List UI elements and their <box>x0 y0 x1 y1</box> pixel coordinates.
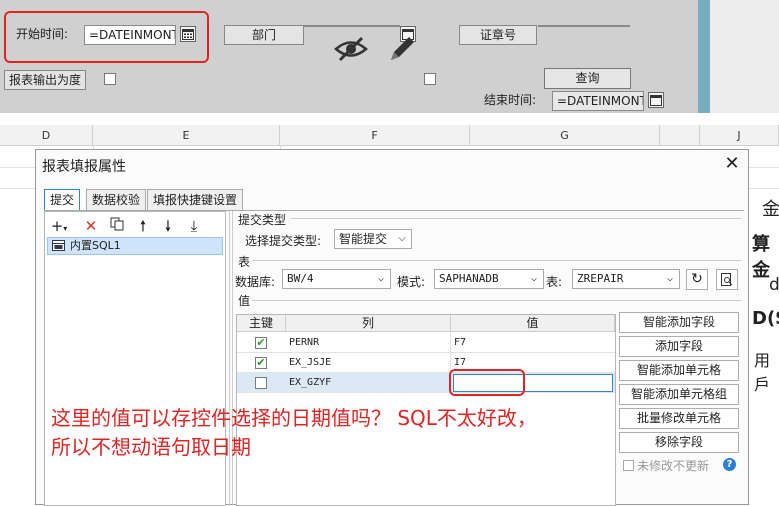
primary-key-checkbox[interactable] <box>255 377 267 389</box>
cert-label: 证章号 <box>459 25 537 45</box>
submit-type-select[interactable]: 智能提交 ⌵ <box>334 229 412 249</box>
column-header-h[interactable] <box>660 125 700 146</box>
primary-key-checkbox[interactable]: ✔ <box>255 357 267 369</box>
submit-type-value: 智能提交 <box>339 232 388 246</box>
query-button[interactable]: 查询 <box>544 68 631 89</box>
database-value: BW/4 <box>287 272 314 285</box>
column-header-e[interactable]: E <box>93 125 280 146</box>
primary-key-checkbox[interactable]: ✔ <box>255 337 267 349</box>
refresh-icon[interactable]: ↻ <box>686 269 708 290</box>
move-down-icon[interactable]: 🠗 <box>158 216 178 236</box>
hide-icon[interactable] <box>334 36 368 65</box>
chevron-down-icon: ⌵ <box>525 270 543 288</box>
remove-field-button[interactable]: 移除字段 <box>619 432 739 453</box>
table-value: ZREPAIR <box>577 272 624 285</box>
db-label: 数据库: <box>235 275 276 289</box>
cert-field[interactable] <box>538 25 630 27</box>
chevron-down-icon: ⌵ <box>661 270 679 288</box>
right-pane <box>710 0 779 113</box>
end-calendar-icon[interactable] <box>648 92 664 108</box>
dept-field[interactable] <box>304 25 400 27</box>
table-row-selected[interactable]: EX_GZYF <box>237 373 615 393</box>
copy-icon[interactable] <box>107 216 127 236</box>
add-icon[interactable]: +▾ <box>49 216 69 236</box>
sheet-text-fragment: 用戶 <box>754 351 771 394</box>
column-cell[interactable]: EX_JSJE <box>286 353 451 373</box>
dept-label: 部门 <box>224 25 304 45</box>
annotation-line-1: 这里的值可以存控件选择的日期值吗？ SQL不太好改， <box>51 406 537 430</box>
column-header-j[interactable]: J <box>700 125 779 146</box>
value-section: 值 <box>238 294 251 308</box>
highlight-box-start <box>4 11 209 63</box>
header-value[interactable]: 值 <box>451 315 615 332</box>
move-up-icon[interactable]: 🠕 <box>133 216 153 236</box>
preview-icon[interactable] <box>716 269 738 290</box>
dialog-title: 报表填报属性 <box>42 159 126 175</box>
annotation-line-2: 所以不想动语句取日期 <box>51 435 251 459</box>
schema-value: SAPHANADB <box>439 272 499 285</box>
chevron-down-icon: ⌵ <box>372 270 390 288</box>
tab-data-validation[interactable]: 数据校验 <box>86 189 147 211</box>
batch-modify-cells-button[interactable]: 批量修改单元格 <box>619 408 739 429</box>
help-icon[interactable]: ? <box>723 458 736 471</box>
option-checkbox[interactable] <box>424 73 436 85</box>
section-line <box>252 300 742 301</box>
smart-add-field-button[interactable]: 智能添加字段 <box>619 312 739 333</box>
pane-divider <box>698 0 710 113</box>
add-field-button[interactable]: 添加字段 <box>619 336 739 357</box>
list-item-label: 内置SQL1 <box>70 239 121 252</box>
sheet-text-fragment: D(S <box>752 308 779 329</box>
table-section: 表 <box>238 255 251 269</box>
smart-add-cell-button[interactable]: 智能添加单元格 <box>619 360 739 381</box>
tab-submit[interactable]: 提交 <box>44 189 81 211</box>
chevron-down-icon: ⌵ <box>393 230 411 248</box>
sheet-text-fragment: d <box>769 275 779 295</box>
smart-add-cell-group-button[interactable]: 智能添加单元格组 <box>619 384 739 405</box>
delete-icon[interactable]: ✕ <box>81 216 101 236</box>
column-header-g[interactable]: G <box>470 125 660 146</box>
database-select[interactable]: BW/4 ⌵ <box>282 269 391 289</box>
column-cell[interactable]: EX_GZYF <box>286 373 451 393</box>
column-header-f[interactable]: F <box>280 125 470 146</box>
table-row[interactable]: ✔ PERNR F7 <box>237 333 615 353</box>
header-column[interactable]: 列 <box>286 315 451 332</box>
move-bottom-icon[interactable]: ⤓ <box>184 216 204 236</box>
highlight-box-value <box>449 369 525 396</box>
sql-table-icon <box>52 240 65 256</box>
tab-shortcut-settings[interactable]: 填报快捷键设置 <box>147 189 244 211</box>
no-update-checkbox[interactable] <box>623 460 634 471</box>
submit-type-label: 选择提交类型: <box>245 234 322 248</box>
table-select[interactable]: ZREPAIR ⌵ <box>572 269 680 289</box>
end-time-field[interactable]: =DATEINMONTH <box>552 91 644 111</box>
schema-select[interactable]: SAPHANADB ⌵ <box>434 269 544 289</box>
no-update-label: 未修改不更新 <box>637 459 710 473</box>
header-primary-key[interactable]: 主键 <box>237 315 286 332</box>
end-time-label: 结束时间: <box>484 93 537 107</box>
table-label: 表: <box>546 275 563 289</box>
section-line <box>252 260 742 261</box>
column-cell[interactable]: PERNR <box>286 333 451 353</box>
section-line <box>291 218 741 219</box>
output-checkbox[interactable] <box>104 73 116 85</box>
list-item-sql1[interactable]: 内置SQL1 <box>47 237 223 255</box>
output-label: 报表输出为度 <box>4 70 87 90</box>
value-cell[interactable]: F7 <box>451 333 615 353</box>
submit-type-section: 提交类型 <box>238 213 287 227</box>
sheet-text-fragment: 金 <box>762 199 779 220</box>
edit-pencil-icon[interactable] <box>385 32 419 69</box>
close-icon[interactable]: ✕ <box>722 154 742 174</box>
table-row[interactable]: ✔ EX_JSJE I7 <box>237 353 615 373</box>
schema-label: 模式: <box>397 275 426 289</box>
column-header-d[interactable]: D <box>0 125 93 146</box>
annotation-text: 这里的值可以存控件选择的日期值吗？ SQL不太好改， 所以不想动语句取日期 <box>51 404 537 462</box>
